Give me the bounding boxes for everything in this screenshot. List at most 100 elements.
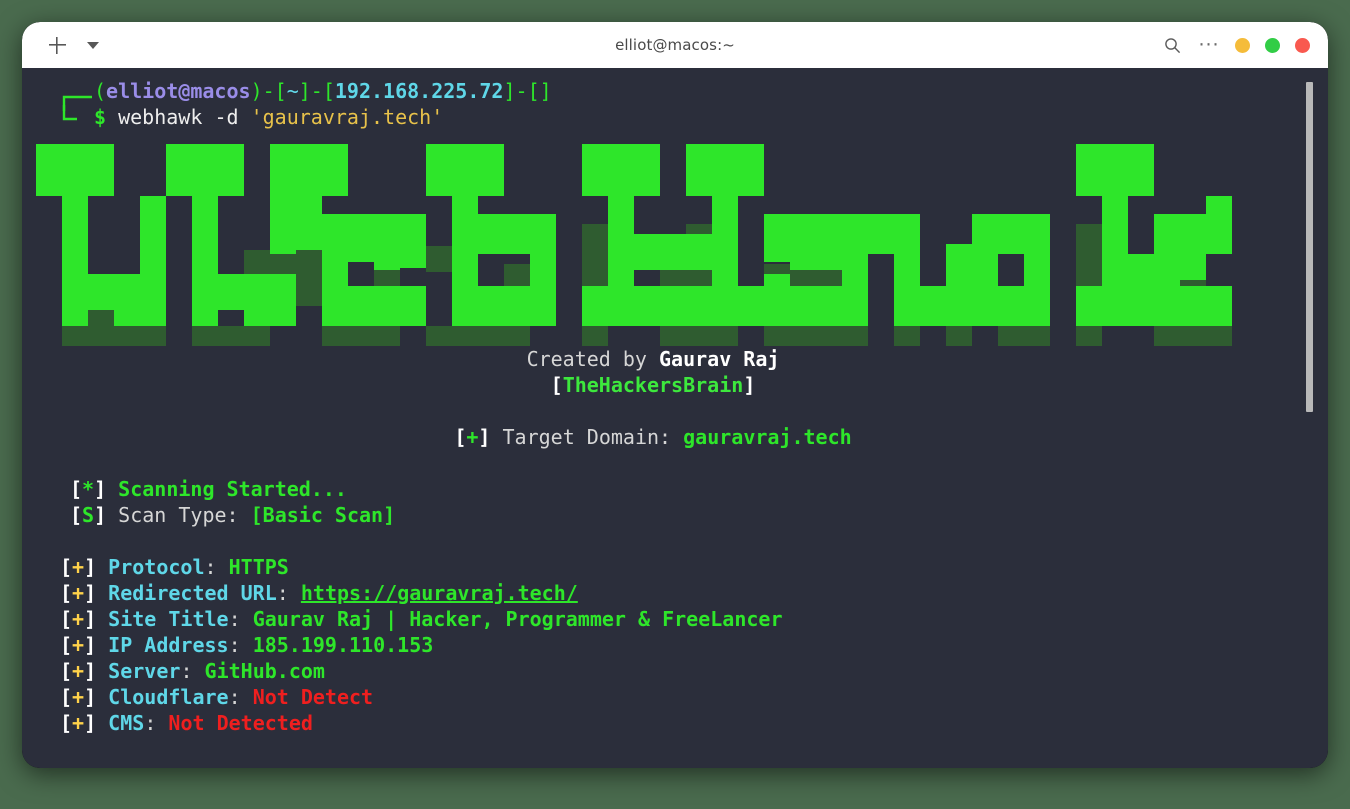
prompt-paren-open: ( (94, 79, 107, 103)
search-icon (1164, 37, 1180, 53)
result-bracket-close: ] (84, 659, 97, 683)
scan-status-line: [*] Scanning Started... (22, 476, 1284, 502)
result-key: Server (96, 659, 181, 683)
minimize-button[interactable] (1235, 37, 1250, 53)
webhawk-ascii-banner (22, 134, 1284, 346)
titlebar-right-controls: ··· (1161, 22, 1310, 68)
close-button[interactable] (1295, 37, 1310, 53)
scan-status-line: [S] Scan Type: [Basic Scan] (22, 502, 1284, 528)
target-bracket-close: ] (478, 425, 491, 449)
result-value: HTTPS (228, 555, 289, 579)
result-bracket-open: [ (60, 581, 73, 605)
scan-result-row: [+] IP Address: 185.199.110.153 (22, 632, 1284, 658)
status-bracket-close: ] (94, 503, 107, 527)
result-bracket-open: [ (60, 555, 73, 579)
prompt-user: elliot (106, 79, 179, 103)
result-colon: : (204, 555, 229, 579)
command-argument: 'gauravraj.tech' (250, 105, 444, 129)
result-colon: : (228, 685, 253, 709)
prompt-at: @ (178, 79, 191, 103)
credits-line-author: Created by Gaurav Raj (22, 346, 1284, 372)
result-mark: + (72, 581, 85, 605)
prompt-bracket-1-open: [ (274, 79, 287, 103)
command-flag: -d (214, 105, 239, 129)
status-label: Scan Type: (106, 503, 251, 527)
target-value: gauravraj.tech (683, 425, 852, 449)
status-bracket-close: ] (94, 477, 107, 501)
credits-prefix: Created by (526, 347, 660, 371)
target-label: Target Domain: (490, 425, 684, 449)
result-colon: : (180, 659, 205, 683)
result-colon: : (144, 711, 169, 735)
maximize-button[interactable] (1265, 37, 1280, 53)
status-value: [Basic Scan] (250, 503, 396, 527)
spacer-line-1 (22, 398, 1284, 424)
result-bracket-open: [ (60, 633, 73, 657)
result-colon: : (228, 607, 253, 631)
ellipsis-icon: ··· (1198, 34, 1220, 56)
terminal-scrollbar-track[interactable] (1306, 68, 1322, 768)
prompt-sep-2: - (310, 79, 323, 103)
result-value: Not Detected (168, 711, 313, 735)
result-bracket-open: [ (60, 607, 73, 631)
spacer-line-3 (22, 528, 1284, 554)
status-mark: * (82, 477, 95, 501)
scan-result-row: [+] Site Title: Gaurav Raj | Hacker, Pro… (22, 606, 1284, 632)
result-bracket-close: ] (84, 711, 97, 735)
result-colon: : (228, 633, 253, 657)
credits-handle-bracket-open: [ (550, 373, 563, 397)
result-mark: + (72, 659, 85, 683)
command-name: webhawk (118, 105, 203, 129)
result-key: CMS (96, 711, 145, 735)
prompt-ip-address: 192.168.225.72 (334, 79, 504, 103)
scan-result-row: [+] Server: GitHub.com (22, 658, 1284, 684)
target-domain-line: [+] Target Domain: gauravraj.tech (22, 424, 1284, 450)
scan-result-row: [+] Redirected URL: https://gauravraj.te… (22, 580, 1284, 606)
result-bracket-close: ] (84, 581, 97, 605)
result-key: Protocol (96, 555, 205, 579)
result-mark: + (72, 633, 85, 657)
status-mark: S (82, 503, 95, 527)
spacer-line-2 (22, 450, 1284, 476)
terminal-window: elliot@macos:~ ··· (elliot@macos)-[~]-[1… (22, 22, 1328, 768)
terminal-scrollbar-thumb[interactable] (1306, 82, 1313, 412)
scan-result-row: [+] Cloudflare: Not Detect (22, 684, 1284, 710)
target-bracket-open: [ (454, 425, 467, 449)
titlebar: elliot@macos:~ ··· (22, 22, 1328, 68)
result-value: GitHub.com (204, 659, 325, 683)
banner-art-icon (36, 144, 1232, 346)
scan-results-list: [+] Protocol: HTTPS [+] Redirected URL: h… (22, 554, 1284, 736)
credits-line-handle: [TheHackersBrain] (22, 372, 1284, 398)
prompt-bracket-2-open: [ (322, 79, 335, 103)
search-button[interactable] (1161, 34, 1183, 56)
terminal-body[interactable]: (elliot@macos)-[~]-[192.168.225.72]-[] $… (22, 68, 1328, 768)
credits-author: Gaurav Raj (659, 347, 780, 371)
target-mark: + (466, 425, 479, 449)
prompt-host: macos (190, 79, 251, 103)
result-bracket-open: [ (60, 659, 73, 683)
result-value[interactable]: https://gauravraj.tech/ (301, 581, 578, 605)
prompt-sep-1: - (262, 79, 275, 103)
shell-prompt-line: (elliot@macos)-[~]-[192.168.225.72]-[] (22, 78, 1284, 111)
credits-handle: TheHackersBrain (562, 373, 744, 397)
result-bracket-open: [ (60, 685, 73, 709)
prompt-sep-3: - (515, 79, 528, 103)
status-label: Scanning Started... (106, 477, 347, 501)
result-bracket-close: ] (84, 685, 97, 709)
shell-command-line: $ webhawk -d 'gauravraj.tech' (22, 104, 1284, 130)
result-mark: + (72, 711, 85, 735)
prompt-box-bottom-icon (62, 104, 77, 120)
result-key: Site Title (96, 607, 229, 631)
prompt-bracket-1-close: ] (298, 79, 311, 103)
result-mark: + (72, 607, 85, 631)
result-bracket-close: ] (84, 555, 97, 579)
scan-result-row: [+] Protocol: HTTPS (22, 554, 1284, 580)
result-bracket-close: ] (84, 633, 97, 657)
scan-result-row: [+] CMS: Not Detected (22, 710, 1284, 736)
prompt-paren-close: ) (250, 79, 263, 103)
status-bracket-open: [ (70, 503, 83, 527)
result-key: Cloudflare (96, 685, 229, 709)
result-value: Gaurav Raj | Hacker, Programmer & FreeLa… (252, 607, 783, 631)
credits-handle-bracket-close: ] (743, 373, 756, 397)
more-options-button[interactable]: ··· (1198, 34, 1220, 56)
